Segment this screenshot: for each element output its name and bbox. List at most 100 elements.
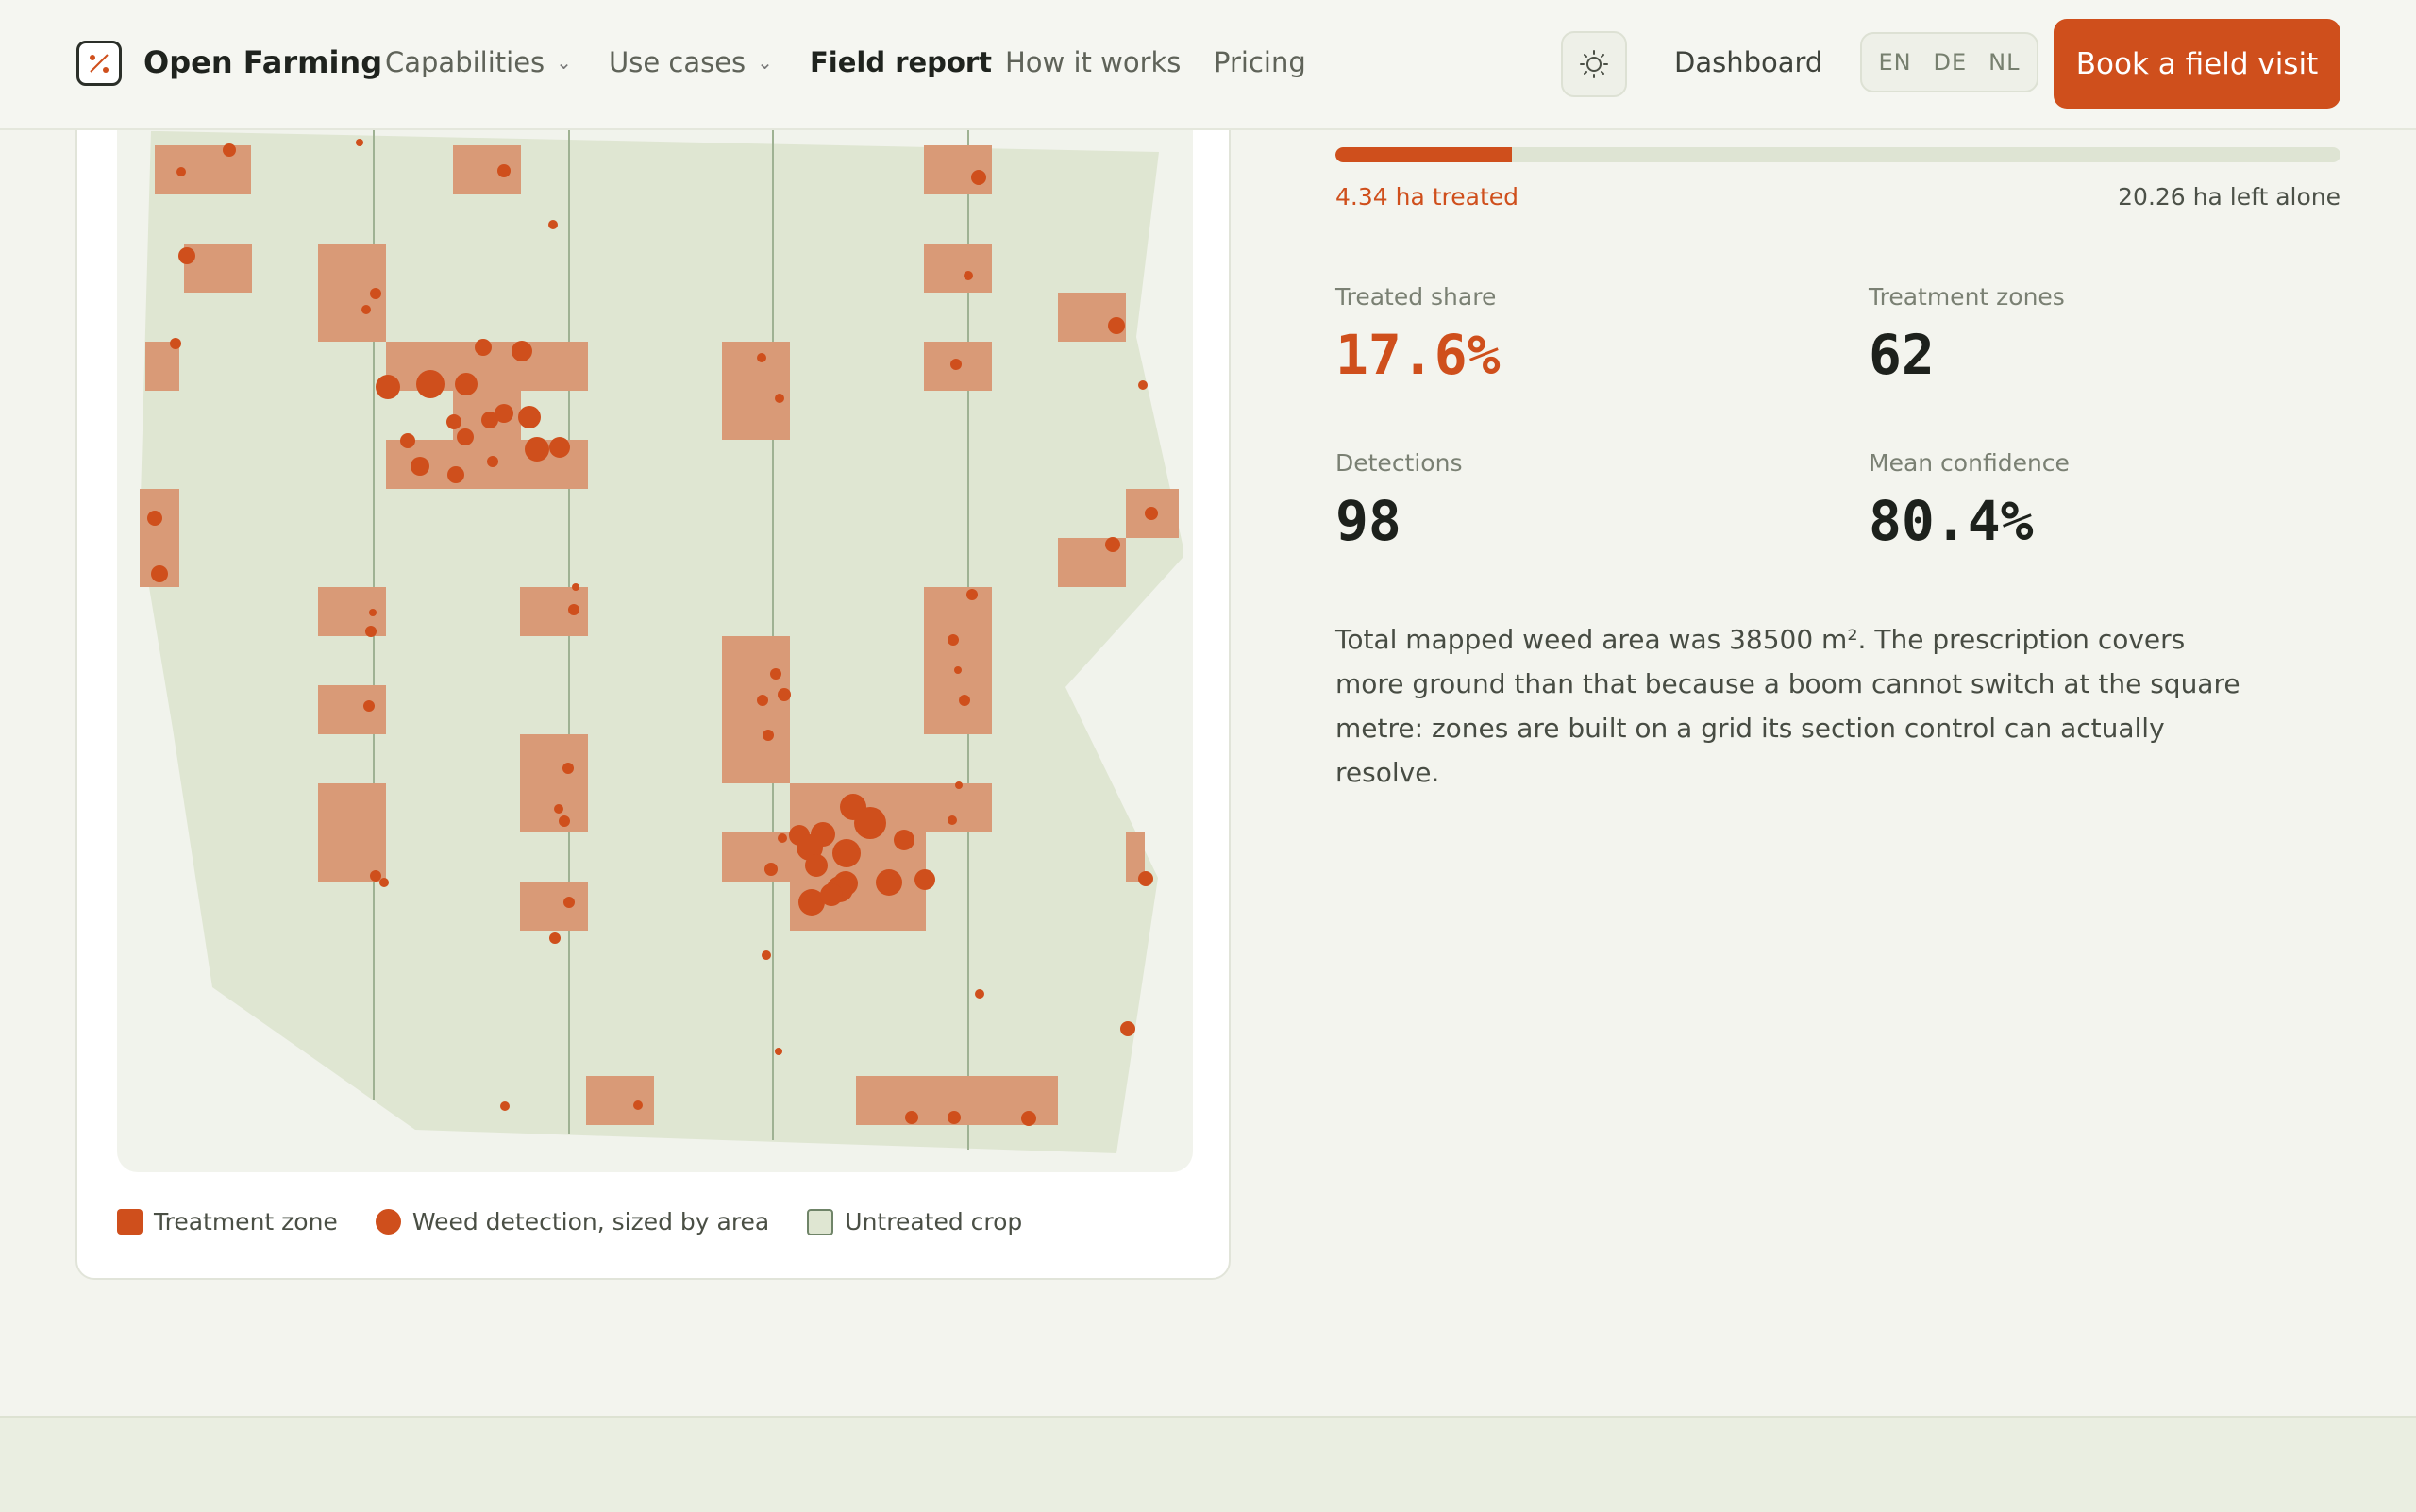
site-header: Open Farming Capabilities ⌄ Use cases ⌄ Fi… (0, 0, 2416, 130)
nav-pricing[interactable]: Pricing (1214, 46, 1306, 78)
legend-zone-label: Treatment zone (154, 1208, 338, 1235)
weed-detection (363, 700, 375, 712)
treatment-zone (453, 145, 521, 194)
stat-treated-share-value: 17.6% (1335, 323, 1501, 387)
treatment-zone (722, 342, 790, 440)
treatment-zone (520, 882, 588, 931)
weed-detection (416, 370, 445, 398)
weed-detection (559, 815, 570, 827)
weed-detection (775, 394, 784, 403)
field-map-card: Treatment zone Weed detection, sized by … (76, 94, 1231, 1280)
weed-detection (905, 1111, 918, 1124)
weed-detection (356, 139, 363, 146)
weed-detection (964, 271, 973, 280)
stat-detections-value: 98 (1335, 489, 1401, 553)
weed-detection (1145, 507, 1158, 520)
weed-detection (512, 341, 532, 361)
sun-icon (1580, 50, 1608, 78)
weed-detection (778, 688, 791, 701)
weed-detection (778, 833, 787, 843)
weed-detection (369, 609, 377, 616)
weed-detection (757, 695, 768, 706)
lang-de[interactable]: DE (1934, 49, 1968, 76)
weed-detection (1120, 1021, 1135, 1036)
map-legend: Treatment zone Weed detection, sized by … (117, 1208, 1060, 1235)
language-switcher: EN DE NL (1860, 32, 2038, 92)
weed-detection (770, 668, 781, 680)
logo-icon[interactable] (76, 41, 122, 86)
weed-detection (948, 634, 959, 646)
weed-detection (379, 878, 389, 887)
book-field-visit-button[interactable]: Book a field visit (2054, 19, 2340, 109)
weed-detection (447, 466, 464, 483)
weed-detection (948, 815, 957, 825)
stat-zones-value: 62 (1869, 323, 1935, 387)
treatment-zone (155, 145, 251, 194)
weed-detection (950, 359, 962, 370)
nav-use-cases[interactable]: Use cases ⌄ (609, 46, 773, 78)
weed-detection (370, 870, 381, 882)
weed-detection (411, 457, 429, 476)
weed-detection (497, 164, 511, 177)
treatment-zone (586, 1076, 654, 1125)
weed-detection (400, 433, 415, 448)
stat-treated-share-label: Treated share (1335, 283, 1497, 311)
treatment-zone (1058, 293, 1126, 342)
stat-detections-label: Detections (1335, 449, 1463, 477)
treated-progress-bar (1335, 147, 2340, 162)
legend-weed-detection: Weed detection, sized by area (375, 1208, 769, 1235)
treatment-zone (924, 145, 992, 194)
weed-detection (876, 869, 902, 896)
nav-use-cases-label: Use cases (609, 46, 747, 78)
legend-treatment-zone: Treatment zone (117, 1208, 338, 1235)
treated-area-label: 4.34 ha treated (1335, 183, 1519, 210)
weed-detection (457, 428, 474, 445)
weed-detection (1138, 871, 1153, 886)
weed-detection (1108, 317, 1125, 334)
weed-detection (954, 666, 962, 674)
footer-band (0, 1416, 2416, 1512)
weed-detection (1105, 537, 1120, 552)
nav-how-it-works[interactable]: How it works (1005, 46, 1181, 78)
untreated-crop-swatch (807, 1208, 834, 1235)
weed-detection (500, 1101, 510, 1111)
chevron-down-icon: ⌄ (556, 51, 572, 74)
weed-detection (975, 989, 984, 999)
weed-detection (572, 583, 579, 591)
lang-en[interactable]: EN (1878, 49, 1911, 76)
weed-detection (548, 220, 558, 229)
weed-detection (764, 863, 778, 876)
chevron-down-icon: ⌄ (757, 51, 773, 74)
dashboard-link[interactable]: Dashboard (1674, 46, 1822, 78)
weed-detection (563, 897, 575, 908)
weed-detection (176, 167, 186, 176)
weed-detection (446, 414, 461, 429)
field-map[interactable] (77, 96, 1231, 1191)
treatment-zone (184, 244, 252, 293)
stat-confidence-label: Mean confidence (1869, 449, 2070, 477)
weed-detection (376, 375, 400, 399)
stat-confidence-value: 80.4% (1869, 489, 2034, 553)
treated-progress-fill (1335, 147, 1513, 162)
lang-nl[interactable]: NL (1988, 49, 2020, 76)
field-boundary (140, 131, 1183, 1153)
weed-detection (549, 932, 561, 944)
weed-detection (549, 437, 570, 458)
treatment-zone (924, 587, 992, 734)
theme-toggle-button[interactable] (1561, 31, 1627, 97)
weed-detection (633, 1100, 643, 1110)
brand-name[interactable]: Open Farming (143, 44, 382, 80)
weed-detection (487, 456, 498, 467)
weed-detection (955, 781, 963, 789)
weed-detection (820, 883, 843, 906)
treatment-zone (520, 734, 588, 832)
weed-detection (370, 288, 381, 299)
weed-detection (959, 695, 970, 706)
treatment-zone (924, 244, 992, 293)
nav-capabilities[interactable]: Capabilities ⌄ (385, 46, 572, 78)
weed-detection (757, 353, 766, 362)
weed-detection (562, 763, 574, 774)
nav-field-report[interactable]: Field report (810, 46, 992, 78)
weed-detection-swatch (375, 1209, 401, 1235)
weed-detection (455, 373, 478, 395)
